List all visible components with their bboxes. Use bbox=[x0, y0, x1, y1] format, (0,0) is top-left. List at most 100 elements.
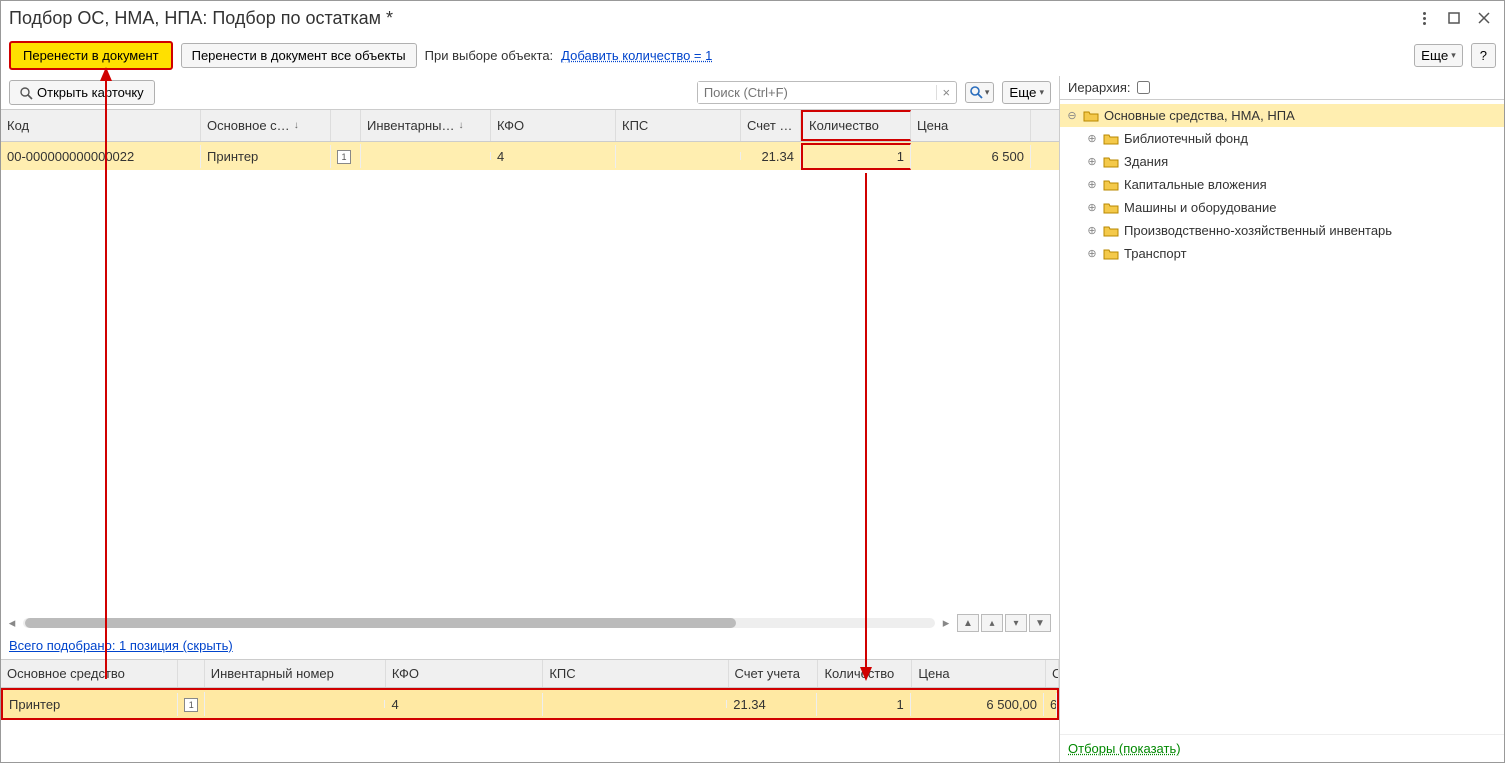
bottom-grid-highlight: Принтер 1 4 21.34 1 6 500,00 6 500,00 bbox=[1, 688, 1059, 720]
bcol-inv[interactable]: Инвентарный номер bbox=[205, 660, 386, 687]
col-asset[interactable]: Основное с…↓ bbox=[201, 110, 331, 141]
more-label: Еще bbox=[1421, 48, 1448, 63]
menu-kebab-icon[interactable] bbox=[1412, 6, 1436, 30]
filters-link[interactable]: Отборы (показать) bbox=[1068, 741, 1181, 756]
bottom-grid-row[interactable]: Принтер 1 4 21.34 1 6 500,00 6 500,00 bbox=[3, 690, 1057, 718]
card-icon: 1 bbox=[337, 150, 351, 164]
summary-link[interactable]: Всего подобрано: 1 позиция (скрыть) bbox=[9, 638, 233, 653]
bcol-qty[interactable]: Количество bbox=[818, 660, 912, 687]
transfer-to-document-button[interactable]: Перенести в документ bbox=[9, 41, 173, 70]
tree-root[interactable]: ⊖ Основные средства, НМА, НПА bbox=[1060, 104, 1504, 127]
transfer-all-button[interactable]: Перенести в документ все объекты bbox=[181, 43, 417, 68]
window-title: Подбор ОС, НМА, НПА: Подбор по остаткам … bbox=[9, 8, 1406, 29]
bcell-kps bbox=[543, 700, 728, 708]
window-maximize-icon[interactable] bbox=[1442, 6, 1466, 30]
search-input[interactable]: × bbox=[697, 81, 957, 104]
body: Открыть карточку × ▾ Еще ▾ Код bbox=[1, 76, 1504, 762]
more-menu-button-2[interactable]: Еще ▾ bbox=[1002, 81, 1051, 104]
col-kps[interactable]: КПС bbox=[616, 110, 741, 141]
col-qty[interactable]: Количество bbox=[801, 110, 911, 141]
toolbar-secondary: Открыть карточку × ▾ Еще ▾ bbox=[1, 76, 1059, 109]
bcell-kfo: 4 bbox=[385, 693, 542, 716]
scroll-right-icon[interactable]: ▸ bbox=[939, 615, 953, 631]
magnifier-icon bbox=[20, 85, 33, 100]
top-grid-row[interactable]: 00-000000000000022 Принтер 1 4 21.34 1 6… bbox=[1, 142, 1059, 170]
tree-item-label: Машины и оборудование bbox=[1124, 200, 1276, 215]
nav-last-icon[interactable]: ▼ bbox=[1029, 614, 1051, 632]
nav-up-icon[interactable]: ▴ bbox=[981, 614, 1003, 632]
more-label-2: Еще bbox=[1009, 85, 1036, 100]
cell-price: 6 500 bbox=[911, 145, 1031, 168]
nav-down-icon[interactable]: ▾ bbox=[1005, 614, 1027, 632]
scroll-thumb[interactable] bbox=[25, 618, 736, 628]
add-quantity-link[interactable]: Добавить количество = 1 bbox=[561, 48, 712, 63]
chevron-down-icon: ▾ bbox=[1039, 87, 1044, 98]
cell-code: 00-000000000000022 bbox=[1, 145, 201, 168]
grid-nav-buttons: ▲ ▴ ▾ ▼ bbox=[957, 614, 1055, 632]
tree-item[interactable]: ⊕ Производственно-хозяйственный инвентар… bbox=[1060, 219, 1504, 242]
hierarchy-checkbox[interactable] bbox=[1137, 81, 1150, 94]
tree-item[interactable]: ⊕ Здания bbox=[1060, 150, 1504, 173]
expand-icon[interactable]: ⊕ bbox=[1086, 132, 1098, 145]
tree-item-label: Здания bbox=[1124, 154, 1168, 169]
sort-down-icon: ↓ bbox=[294, 120, 299, 131]
bcol-card[interactable] bbox=[178, 660, 204, 687]
card-icon: 1 bbox=[184, 698, 198, 712]
col-account[interactable]: Счет … bbox=[741, 110, 801, 141]
sort-down-icon: ↓ bbox=[458, 120, 463, 131]
hierarchy-label: Иерархия: bbox=[1068, 80, 1131, 95]
bcell-asset: Принтер bbox=[3, 693, 178, 716]
col-price[interactable]: Цена bbox=[911, 110, 1031, 141]
expand-icon[interactable]: ⊕ bbox=[1086, 247, 1098, 260]
collapse-icon[interactable]: ⊖ bbox=[1066, 109, 1078, 122]
bcell-qty: 1 bbox=[817, 693, 911, 716]
folder-open-icon bbox=[1083, 109, 1099, 123]
bcol-sum[interactable]: Сумма bbox=[1046, 660, 1059, 687]
search-menu-button[interactable]: ▾ bbox=[965, 82, 995, 103]
help-button[interactable]: ? bbox=[1471, 43, 1496, 68]
scroll-left-icon[interactable]: ◂ bbox=[5, 615, 19, 631]
hierarchy-tree[interactable]: ⊖ Основные средства, НМА, НПА ⊕ Библиоте… bbox=[1060, 99, 1504, 734]
scroll-track[interactable] bbox=[23, 618, 935, 628]
left-pane: Открыть карточку × ▾ Еще ▾ Код bbox=[1, 76, 1059, 762]
cell-qty[interactable]: 1 bbox=[801, 143, 911, 170]
window: Подбор ОС, НМА, НПА: Подбор по остаткам … bbox=[0, 0, 1505, 763]
tree-item[interactable]: ⊕ Библиотечный фонд bbox=[1060, 127, 1504, 150]
bcol-asset[interactable]: Основное средство bbox=[1, 660, 178, 687]
bottom-grid-header: Основное средство Инвентарный номер КФО … bbox=[1, 659, 1059, 688]
tree-item[interactable]: ⊕ Транспорт bbox=[1060, 242, 1504, 265]
top-grid-header: Код Основное с…↓ Инвентарны…↓ КФО КПС Сч… bbox=[1, 109, 1059, 142]
window-close-icon[interactable] bbox=[1472, 6, 1496, 30]
on-select-label: При выборе объекта: bbox=[425, 48, 554, 63]
more-menu-button[interactable]: Еще ▾ bbox=[1414, 44, 1463, 67]
col-inv[interactable]: Инвентарны…↓ bbox=[361, 110, 491, 141]
search-field[interactable] bbox=[698, 82, 936, 103]
folder-icon bbox=[1103, 224, 1119, 238]
bcell-price: 6 500,00 bbox=[911, 693, 1044, 716]
bcol-account[interactable]: Счет учета bbox=[729, 660, 819, 687]
expand-icon[interactable]: ⊕ bbox=[1086, 224, 1098, 237]
summary-bar: Всего подобрано: 1 позиция (скрыть) bbox=[1, 632, 1059, 659]
top-grid-body[interactable]: 00-000000000000022 Принтер 1 4 21.34 1 6… bbox=[1, 142, 1059, 614]
folder-icon bbox=[1103, 132, 1119, 146]
expand-icon[interactable]: ⊕ bbox=[1086, 201, 1098, 214]
col-kfo[interactable]: КФО bbox=[491, 110, 616, 141]
expand-icon[interactable]: ⊕ bbox=[1086, 178, 1098, 191]
bcell-card-icon[interactable]: 1 bbox=[178, 692, 204, 716]
clear-search-icon[interactable]: × bbox=[936, 85, 956, 100]
col-code[interactable]: Код bbox=[1, 110, 201, 141]
tree-item[interactable]: ⊕ Машины и оборудование bbox=[1060, 196, 1504, 219]
folder-icon bbox=[1103, 247, 1119, 261]
tree-item[interactable]: ⊕ Капитальные вложения bbox=[1060, 173, 1504, 196]
col-card[interactable] bbox=[331, 110, 361, 141]
expand-icon[interactable]: ⊕ bbox=[1086, 155, 1098, 168]
nav-first-icon[interactable]: ▲ bbox=[957, 614, 979, 632]
bottom-grid: Основное средство Инвентарный номер КФО … bbox=[1, 659, 1059, 762]
bcol-price[interactable]: Цена bbox=[912, 660, 1046, 687]
bcol-kps[interactable]: КПС bbox=[543, 660, 728, 687]
tree-item-label: Производственно-хозяйственный инвентарь bbox=[1124, 223, 1392, 238]
open-card-button[interactable]: Открыть карточку bbox=[9, 80, 155, 105]
cell-card-icon[interactable]: 1 bbox=[331, 144, 361, 168]
titlebar: Подбор ОС, НМА, НПА: Подбор по остаткам … bbox=[1, 1, 1504, 35]
bcol-kfo[interactable]: КФО bbox=[386, 660, 543, 687]
